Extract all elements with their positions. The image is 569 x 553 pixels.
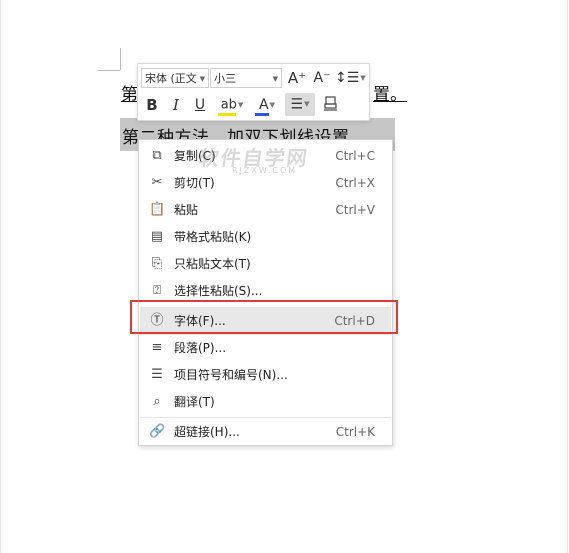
font-color-bar <box>255 113 269 116</box>
highlight-button[interactable]: ab▼ <box>216 95 248 116</box>
translate-icon: ⌕ <box>153 394 161 409</box>
document-line-1-end: 置。 <box>373 85 407 105</box>
red-highlight-box <box>130 300 398 334</box>
paste-formatted-icon: ▤ <box>150 229 164 244</box>
link-icon: 🔗 <box>149 424 166 439</box>
chevron-down-icon: ▼ <box>360 74 366 82</box>
page-right-edge <box>567 0 568 553</box>
context-menu: ⧉ 复制(C) Ctrl+C ✂ 剪切(T) Ctrl+X 📋 粘贴 Ctrl+… <box>138 139 393 446</box>
menu-item-paragraph[interactable]: ≡ 段落(P)... <box>140 335 391 362</box>
chevron-down-icon: ▼ <box>199 75 205 83</box>
menu-item-paste[interactable]: 📋 粘贴 Ctrl+V <box>140 197 391 224</box>
menu-item-shortcut: Ctrl+V <box>335 203 375 217</box>
paste-icon: 📋 <box>149 202 166 217</box>
menu-item-paste-formatted[interactable]: ▤ 带格式粘贴(K) <box>140 224 391 251</box>
menu-item-label: 段落(P)... <box>174 341 227 355</box>
margin-corner-mark-horizontal <box>98 70 120 71</box>
document-line-1-start: 第 <box>121 85 138 105</box>
bullets-icon: ☰ <box>151 367 163 382</box>
highlight-icon: ab <box>220 97 237 113</box>
grow-font-button[interactable]: A⁺ <box>287 68 307 88</box>
paste-text-icon: ⎘ <box>151 256 163 271</box>
align-icon: ☰ <box>290 96 304 113</box>
menu-separator <box>140 417 391 418</box>
margin-corner-mark <box>120 48 121 70</box>
menu-item-bullets[interactable]: ☰ 项目符号和编号(N)... <box>140 362 391 389</box>
chevron-down-icon: ▼ <box>237 101 244 109</box>
copy-icon: ⧉ <box>152 148 162 163</box>
underline-button[interactable]: U <box>191 95 209 115</box>
menu-item-label: 剪切(T) <box>174 176 215 190</box>
menu-item-label: 粘贴 <box>174 203 199 217</box>
line-spacing-button[interactable]: ↕☰▼ <box>335 68 366 88</box>
mini-toolbar: 宋体 (正文 ▼ 小三 ▼ A⁺ A⁻ ↕☰▼ B I U ab▼ A▼ ☰▼ <box>137 63 370 121</box>
line-spacing-icon: ↕☰ <box>335 70 360 86</box>
menu-item-label: 超链接(H)... <box>174 425 240 439</box>
chevron-down-icon: ▼ <box>304 100 310 108</box>
menu-item-paste-text[interactable]: ⎘ 只粘贴文本(T) <box>140 251 391 278</box>
font-color-button[interactable]: A▼ <box>252 95 282 116</box>
menu-item-hyperlink[interactable]: 🔗 超链接(H)... Ctrl+K <box>140 419 391 446</box>
menu-item-label: 只粘贴文本(T) <box>174 257 251 271</box>
eraser-icon <box>324 96 337 111</box>
bold-button[interactable]: B <box>143 95 161 115</box>
menu-item-shortcut: Ctrl+X <box>335 176 375 190</box>
format-painter-button[interactable] <box>320 95 342 115</box>
font-name-select[interactable]: 宋体 (正文 ▼ <box>141 68 209 88</box>
menu-item-shortcut: Ctrl+C <box>335 149 375 163</box>
font-color-icon: A <box>259 97 269 113</box>
paragraph-icon: ≡ <box>151 340 163 355</box>
menu-item-shortcut: Ctrl+K <box>335 425 375 439</box>
italic-button[interactable]: I <box>167 95 185 115</box>
scissors-icon: ✂ <box>151 175 163 190</box>
chevron-down-icon: ▼ <box>272 75 278 83</box>
align-button[interactable]: ☰▼ <box>285 93 315 116</box>
font-name-value: 宋体 (正文 <box>145 72 197 85</box>
chevron-down-icon: ▼ <box>269 101 275 109</box>
paste-special-icon: ⍰ <box>153 283 161 298</box>
watermark-subtext: RJZXW.COM <box>232 166 298 175</box>
shrink-font-button[interactable]: A⁻ <box>312 68 332 88</box>
menu-item-label: 翻译(T) <box>174 395 215 409</box>
font-size-value: 小三 <box>214 72 236 85</box>
menu-item-translate[interactable]: ⌕ 翻译(T) <box>140 389 391 416</box>
menu-item-label: 项目符号和编号(N)... <box>174 368 288 382</box>
page-left-edge <box>0 0 1 553</box>
menu-item-label: 带格式粘贴(K) <box>174 230 252 244</box>
font-size-select[interactable]: 小三 ▼ <box>210 68 282 88</box>
highlight-color-bar <box>218 113 236 116</box>
